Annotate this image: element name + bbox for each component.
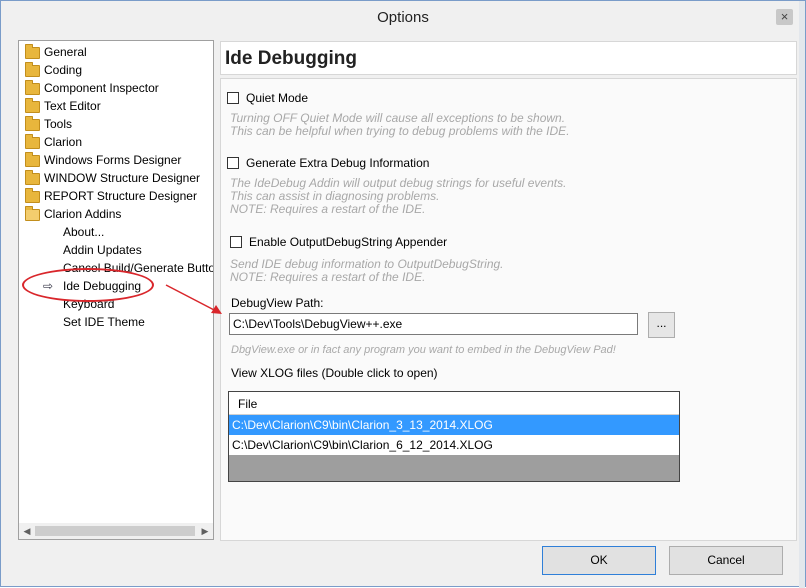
debugview-help: DbgView.exe or in fact any program you w… <box>231 344 616 356</box>
window-title: Options <box>377 9 429 26</box>
window-edge <box>799 1 805 588</box>
folder-icon <box>25 170 40 185</box>
list-item[interactable]: C:\Dev\Clarion\C9\bin\Clarion_6_12_2014.… <box>229 435 679 455</box>
tree-horizontal-scrollbar[interactable]: ◀ ▶ <box>19 523 213 539</box>
tree-item-label: REPORT Structure Designer <box>44 189 197 203</box>
checkbox-box[interactable] <box>227 157 239 169</box>
folder-icon <box>25 134 40 149</box>
tree-item-label: Clarion Addins <box>44 207 122 221</box>
tree-item-label: About... <box>63 225 105 239</box>
tree-item-label: Component Inspector <box>44 81 159 95</box>
folder-icon <box>25 116 40 131</box>
checkbox-box[interactable] <box>227 92 239 104</box>
panel-header: Ide Debugging <box>220 41 797 75</box>
extra-debug-help: The IdeDebug Addin will output debug str… <box>230 176 567 216</box>
folder-icon <box>25 188 40 203</box>
folder-icon <box>25 44 40 59</box>
tree-item-label: WINDOW Structure Designer <box>44 171 201 185</box>
ok-button[interactable]: OK <box>542 546 656 575</box>
highlight-ellipse <box>22 268 154 302</box>
folder-icon <box>25 98 40 113</box>
list-item[interactable]: C:\Dev\Clarion\C9\bin\Clarion_3_13_2014.… <box>229 415 679 435</box>
tree-item-addin-updates[interactable]: Addin Updates <box>63 241 142 259</box>
annotation-arrow-icon <box>165 284 222 314</box>
close-button[interactable]: × <box>776 9 793 25</box>
checkbox-label: Enable OutputDebugString Appender <box>249 235 448 249</box>
folder-open-icon <box>25 206 40 221</box>
scroll-left-icon[interactable]: ◀ <box>20 524 34 538</box>
folder-icon <box>25 80 40 95</box>
tree-item-about[interactable]: About... <box>63 223 104 241</box>
xlog-label: View XLOG files (Double click to open) <box>231 366 438 380</box>
tree-item-label: General <box>44 45 87 59</box>
column-header-file[interactable]: File <box>229 392 679 415</box>
xlog-file-list[interactable]: File C:\Dev\Clarion\C9\bin\Clarion_3_13_… <box>228 391 680 482</box>
folder-icon <box>25 152 40 167</box>
folder-icon <box>25 62 40 77</box>
quiet-mode-help: Turning OFF Quiet Mode will cause all ex… <box>230 111 570 138</box>
scroll-thumb[interactable] <box>35 526 195 536</box>
tree-item-set-ide-theme[interactable]: Set IDE Theme <box>63 313 145 331</box>
checkbox-box[interactable] <box>230 236 242 248</box>
debugview-path-input[interactable] <box>229 313 638 335</box>
debugview-path-label: DebugView Path: <box>231 296 324 310</box>
checkbox-label: Generate Extra Debug Information <box>246 156 430 170</box>
tree-item-label: Clarion <box>44 135 83 149</box>
tree-item-label: Coding <box>44 63 83 77</box>
tree-item-label: Windows Forms Designer <box>44 153 182 167</box>
tree-item-label: Set IDE Theme <box>63 315 145 329</box>
tree-item-label: Text Editor <box>44 99 101 113</box>
cancel-button[interactable]: Cancel <box>669 546 783 575</box>
tree-item-label: Tools <box>44 117 73 131</box>
checkbox-label: Quiet Mode <box>246 91 309 105</box>
page-title: Ide Debugging <box>225 48 357 69</box>
column-header-label: File <box>238 397 258 411</box>
title-bar: Options × <box>1 1 805 33</box>
browse-button[interactable]: ... <box>648 312 675 338</box>
tree-item-label: Addin Updates <box>63 243 142 257</box>
output-appender-help: Send IDE debug information to OutputDebu… <box>230 257 504 284</box>
scroll-right-icon[interactable]: ▶ <box>198 524 212 538</box>
